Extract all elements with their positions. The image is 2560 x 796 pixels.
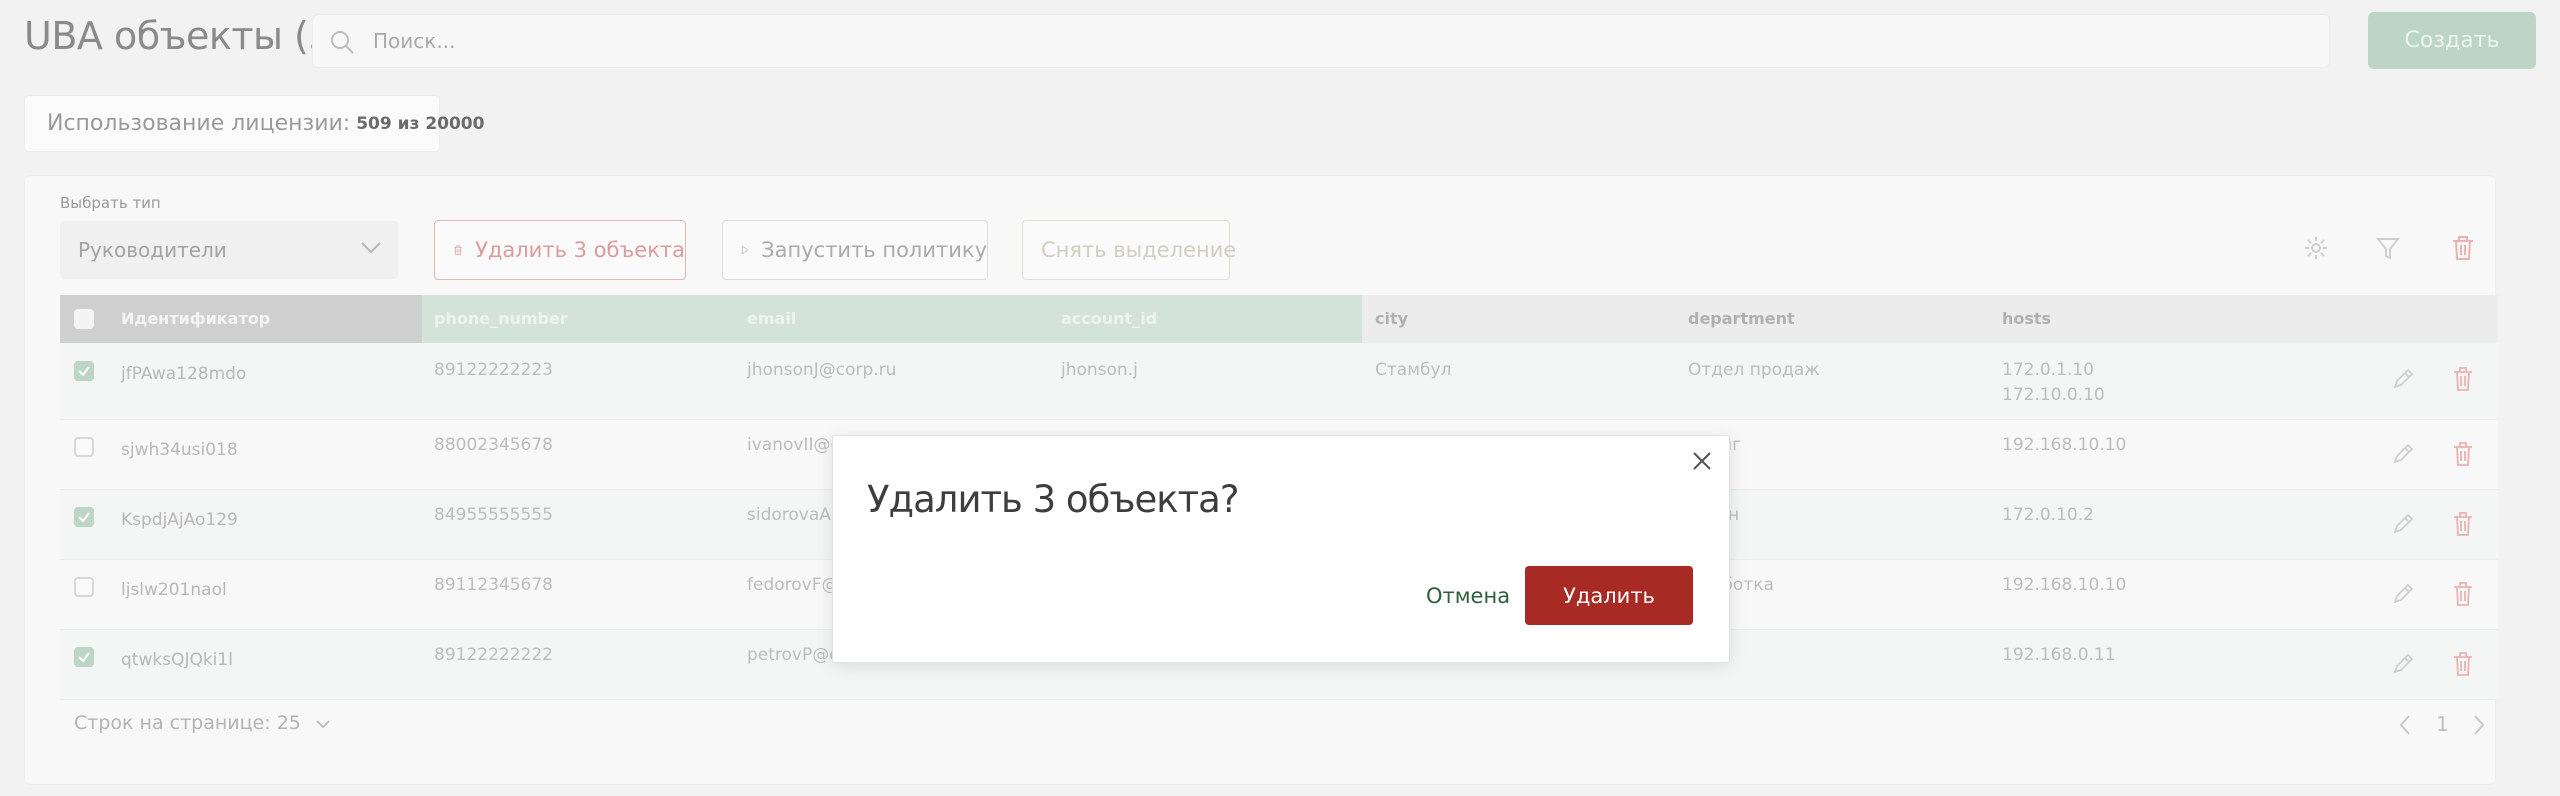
row-phone: 89112345678 <box>434 575 553 595</box>
play-icon <box>741 245 749 255</box>
confirm-delete-button[interactable]: Удалить <box>1525 566 1693 625</box>
row-host: 192.168.0.11 <box>2002 645 2116 665</box>
row-city: Стамбул <box>1375 360 1452 380</box>
column-header-account[interactable]: account_id <box>1061 295 1157 343</box>
row-email: petrovP@c <box>747 645 839 665</box>
row-checkbox[interactable] <box>74 361 94 381</box>
row-department: Отдел продаж <box>1688 360 1820 380</box>
trash-icon[interactable] <box>2452 651 2474 677</box>
pencil-icon[interactable] <box>2391 367 2415 391</box>
dialog-title: Удалить 3 объекта? <box>867 478 1239 521</box>
row-id: KspdjAjAo129 <box>121 510 238 530</box>
close-icon[interactable] <box>1691 450 1713 472</box>
chevron-left-icon[interactable] <box>2398 714 2412 736</box>
search-placeholder: Поиск... <box>373 29 456 53</box>
pencil-icon[interactable] <box>2391 512 2415 536</box>
deselect-button[interactable]: Снять выделение <box>1022 220 1236 280</box>
trash-icon[interactable] <box>2452 441 2474 467</box>
filter-icon[interactable] <box>2374 234 2402 262</box>
row-phone: 84955555555 <box>434 505 553 525</box>
trash-icon <box>454 245 462 255</box>
license-label: Использование лицензии: <box>47 111 351 136</box>
license-usage: Использование лицензии: 509 из 20000 <box>24 95 484 152</box>
row-checkbox[interactable] <box>74 577 94 597</box>
search-input[interactable]: Поиск... <box>312 14 2330 68</box>
type-select-value: Руководители <box>78 238 227 262</box>
row-checkbox[interactable] <box>74 507 94 527</box>
delete-confirm-dialog: Удалить 3 объекта? Отмена Удалить <box>832 435 1730 663</box>
trash-icon[interactable] <box>2450 234 2476 262</box>
column-header-id[interactable]: Идентификатор <box>121 295 270 343</box>
rows-per-page-select[interactable]: Строк на странице: 25 <box>74 712 331 734</box>
run-policy-label: Запустить политику <box>761 238 987 262</box>
current-page: 1 <box>2436 712 2449 736</box>
row-host: 192.168.10.10 <box>2002 435 2127 455</box>
trash-icon[interactable] <box>2452 511 2474 537</box>
row-id: qtwksQJQki1l <box>121 650 233 670</box>
row-host: 192.168.10.10 <box>2002 575 2127 595</box>
row-account: jhonson.j <box>1061 360 1138 380</box>
column-header-department[interactable]: department <box>1688 295 1795 343</box>
check-icon <box>78 366 90 377</box>
column-header-email[interactable]: email <box>747 295 796 343</box>
chevron-down-icon <box>361 242 381 254</box>
cancel-button[interactable]: Отмена <box>1413 566 1523 625</box>
create-button[interactable]: Создать <box>2368 12 2536 69</box>
row-checkbox[interactable] <box>74 647 94 667</box>
row-id: ljslw201naol <box>121 580 227 600</box>
chevron-right-icon[interactable] <box>2472 714 2486 736</box>
row-phone: 89122222223 <box>434 360 553 380</box>
gear-icon[interactable] <box>2302 234 2330 262</box>
check-icon <box>78 652 90 663</box>
column-header-city[interactable]: city <box>1375 295 1408 343</box>
row-checkbox[interactable] <box>74 437 94 457</box>
row-host: 172.10.0.10 <box>2002 385 2105 405</box>
trash-icon[interactable] <box>2452 366 2474 392</box>
pencil-icon[interactable] <box>2391 442 2415 466</box>
chevron-down-icon <box>316 720 330 729</box>
check-icon <box>78 512 90 523</box>
column-header-hosts[interactable]: hosts <box>2002 295 2051 343</box>
row-host: 172.0.1.10 <box>2002 360 2094 380</box>
license-value: 509 из 20000 <box>356 113 485 134</box>
delete-selected-label: Удалить 3 объекта <box>475 238 685 262</box>
table-row[interactable] <box>60 343 2498 420</box>
row-host: 172.0.10.2 <box>2002 505 2094 525</box>
trash-icon[interactable] <box>2452 581 2474 607</box>
row-phone: 88002345678 <box>434 435 553 455</box>
run-policy-button[interactable]: Запустить политику <box>722 220 988 280</box>
delete-selected-button[interactable]: Удалить 3 объекта <box>434 220 686 280</box>
type-select[interactable]: Руководители <box>60 221 398 279</box>
page-title: UBA объекты (5) <box>24 14 347 58</box>
rows-per-page-label: Строк на странице: 25 <box>74 712 301 734</box>
row-phone: 89122222222 <box>434 645 553 665</box>
search-icon <box>331 31 354 54</box>
pencil-icon[interactable] <box>2391 652 2415 676</box>
deselect-label: Снять выделение <box>1041 238 1237 262</box>
row-email: jhonsonJ@corp.ru <box>747 360 897 380</box>
select-all-checkbox[interactable] <box>74 309 94 329</box>
type-select-label: Выбрать тип <box>60 194 161 212</box>
column-header-phone[interactable]: phone_number <box>434 295 568 343</box>
pencil-icon[interactable] <box>2391 582 2415 606</box>
row-email: ivanovII@c <box>747 435 840 455</box>
row-id: sjwh34usi018 <box>121 440 238 460</box>
row-id: jfPAwa128mdo <box>121 364 247 384</box>
